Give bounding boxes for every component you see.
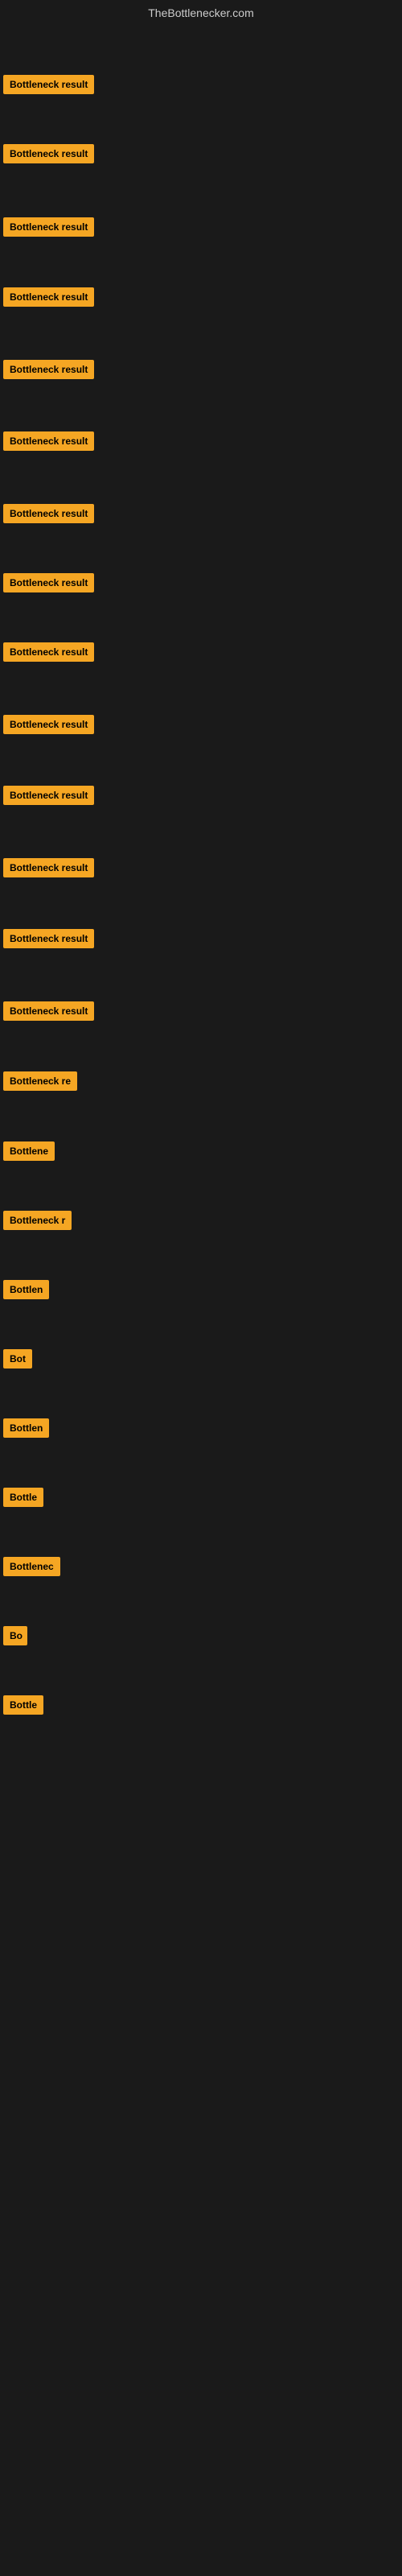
bottleneck-badge[interactable]: Bottle — [3, 1488, 43, 1507]
bottleneck-badge[interactable]: Bottleneck result — [3, 287, 94, 307]
site-header: TheBottlenecker.com — [0, 0, 402, 29]
bottleneck-item[interactable]: Bottleneck result — [3, 642, 94, 666]
bottleneck-item[interactable]: Bot — [3, 1349, 32, 1373]
bottleneck-badge[interactable]: Bottlene — [3, 1141, 55, 1161]
bottleneck-badge[interactable]: Bottleneck result — [3, 1001, 94, 1021]
bottleneck-item[interactable]: Bottleneck result — [3, 75, 94, 98]
bottleneck-badge[interactable]: Bottlenec — [3, 1557, 60, 1576]
bottleneck-badge[interactable]: Bottleneck result — [3, 217, 94, 237]
bottleneck-item[interactable]: Bottleneck result — [3, 1001, 94, 1025]
bottleneck-item[interactable]: Bottleneck result — [3, 786, 94, 809]
bottleneck-badge[interactable]: Bottlen — [3, 1418, 49, 1438]
bottleneck-item[interactable]: Bottleneck result — [3, 431, 94, 455]
bottleneck-badge[interactable]: Bo — [3, 1626, 27, 1645]
bottleneck-badge[interactable]: Bottleneck result — [3, 75, 94, 94]
bottleneck-item[interactable]: Bottleneck result — [3, 504, 94, 527]
bottleneck-item[interactable]: Bottlen — [3, 1418, 49, 1442]
bottleneck-item[interactable]: Bottlenec — [3, 1557, 60, 1580]
bottleneck-item[interactable]: Bottlene — [3, 1141, 55, 1165]
bottleneck-item[interactable]: Bottleneck result — [3, 929, 94, 952]
bottleneck-badge[interactable]: Bottleneck result — [3, 431, 94, 451]
bottleneck-badge[interactable]: Bottleneck result — [3, 642, 94, 662]
bottleneck-item[interactable]: Bottleneck re — [3, 1071, 77, 1095]
bottleneck-badge[interactable]: Bottleneck result — [3, 360, 94, 379]
bottleneck-item[interactable]: Bottleneck result — [3, 360, 94, 383]
bottleneck-badge[interactable]: Bottleneck result — [3, 573, 94, 592]
bottleneck-item[interactable]: Bo — [3, 1626, 27, 1649]
bottleneck-badge[interactable]: Bottle — [3, 1695, 43, 1715]
bottleneck-item[interactable]: Bottleneck result — [3, 573, 94, 597]
bottleneck-item[interactable]: Bottle — [3, 1695, 43, 1719]
bottleneck-list: Bottleneck result Bottleneck result Bottle… — [0, 29, 402, 1800]
bottleneck-badge[interactable]: Bottleneck result — [3, 715, 94, 734]
bottleneck-badge[interactable]: Bottlen — [3, 1280, 49, 1299]
bottleneck-badge[interactable]: Bottleneck result — [3, 504, 94, 523]
bottleneck-badge[interactable]: Bottleneck result — [3, 144, 94, 163]
bottleneck-badge[interactable]: Bottleneck result — [3, 786, 94, 805]
bottleneck-badge[interactable]: Bot — [3, 1349, 32, 1368]
bottleneck-item[interactable]: Bottleneck r — [3, 1211, 72, 1234]
bottleneck-item[interactable]: Bottleneck result — [3, 144, 94, 167]
bottleneck-badge[interactable]: Bottleneck result — [3, 858, 94, 877]
bottleneck-item[interactable]: Bottleneck result — [3, 715, 94, 738]
bottleneck-item[interactable]: Bottle — [3, 1488, 43, 1511]
site-title: TheBottlenecker.com — [148, 6, 254, 19]
bottleneck-item[interactable]: Bottleneck result — [3, 858, 94, 881]
bottleneck-item[interactable]: Bottlen — [3, 1280, 49, 1303]
bottleneck-badge[interactable]: Bottleneck re — [3, 1071, 77, 1091]
bottleneck-badge[interactable]: Bottleneck r — [3, 1211, 72, 1230]
bottleneck-badge[interactable]: Bottleneck result — [3, 929, 94, 948]
bottleneck-item[interactable]: Bottleneck result — [3, 217, 94, 241]
bottleneck-item[interactable]: Bottleneck result — [3, 287, 94, 311]
